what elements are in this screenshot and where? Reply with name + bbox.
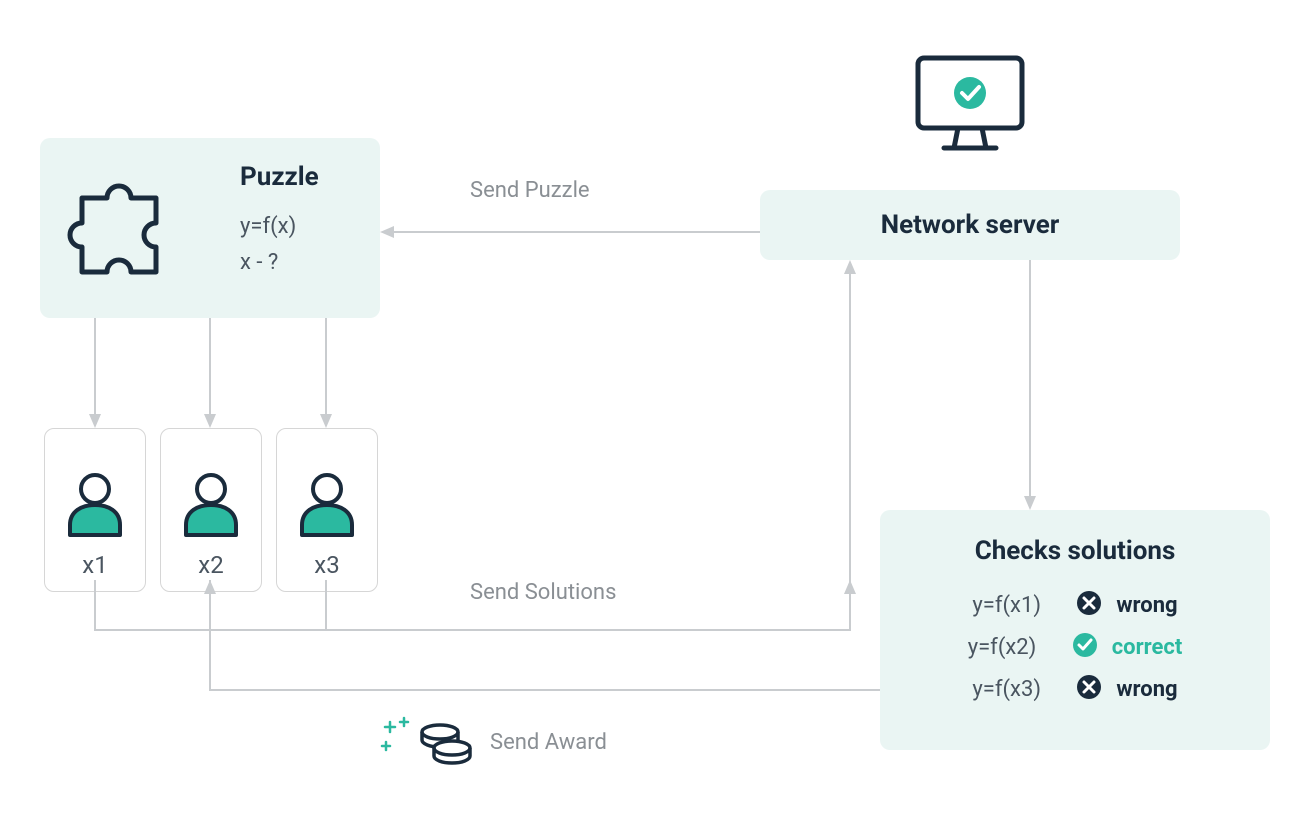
check-result: correct bbox=[1112, 635, 1183, 660]
puzzle-title: Puzzle bbox=[240, 162, 319, 192]
arrow-send-award bbox=[200, 580, 880, 710]
checks-rows: y=f(x1) wrong y=f(x2) correct y=f(x3) wrong bbox=[910, 584, 1240, 710]
check-row: y=f(x3) wrong bbox=[972, 674, 1177, 704]
puzzle-eq1: y=f(x) bbox=[240, 214, 296, 239]
network-server-box: Network server bbox=[760, 190, 1180, 260]
person-card-x2: x2 bbox=[160, 428, 262, 592]
check-wrong-icon bbox=[1076, 590, 1102, 620]
arrow-send-puzzle bbox=[380, 222, 760, 242]
checks-title: Checks solutions bbox=[910, 536, 1240, 566]
label-send-puzzle: Send Puzzle bbox=[470, 178, 590, 203]
person-card-x1: x1 bbox=[44, 428, 146, 592]
person-card-x3: x3 bbox=[276, 428, 378, 592]
diagram-canvas: Puzzle y=f(x) x - ? Network server Send … bbox=[0, 0, 1310, 822]
person-icon bbox=[64, 469, 126, 543]
puzzle-eq2: x - ? bbox=[240, 250, 278, 275]
arrow-server-to-checks bbox=[1020, 260, 1040, 510]
person-label: x3 bbox=[314, 551, 339, 579]
arrow-down-1 bbox=[85, 318, 105, 428]
sparkle-icon bbox=[380, 716, 420, 760]
arrow-down-2 bbox=[200, 318, 220, 428]
check-correct-icon bbox=[1072, 632, 1098, 662]
person-label: x1 bbox=[82, 551, 107, 579]
arrow-down-3 bbox=[316, 318, 336, 428]
checks-box: Checks solutions y=f(x1) wrong y=f(x2) corr… bbox=[880, 510, 1270, 750]
check-row: y=f(x2) correct bbox=[968, 632, 1183, 662]
check-result: wrong bbox=[1116, 593, 1177, 618]
coins-icon bbox=[418, 720, 474, 774]
puzzle-box: Puzzle y=f(x) x - ? bbox=[40, 138, 380, 318]
puzzle-icon bbox=[62, 168, 192, 292]
person-icon bbox=[180, 469, 242, 543]
check-result: wrong bbox=[1116, 677, 1177, 702]
arrow-solutions-up bbox=[840, 260, 860, 590]
person-icon bbox=[296, 469, 358, 543]
network-server-title: Network server bbox=[881, 210, 1060, 240]
check-eq: y=f(x1) bbox=[972, 593, 1062, 618]
check-eq: y=f(x2) bbox=[968, 635, 1058, 660]
check-wrong-icon bbox=[1076, 674, 1102, 704]
check-row: y=f(x1) wrong bbox=[972, 590, 1177, 620]
label-send-award: Send Award bbox=[490, 730, 607, 755]
monitor-icon bbox=[910, 50, 1030, 164]
check-eq: y=f(x3) bbox=[972, 677, 1062, 702]
person-label: x2 bbox=[198, 551, 223, 579]
